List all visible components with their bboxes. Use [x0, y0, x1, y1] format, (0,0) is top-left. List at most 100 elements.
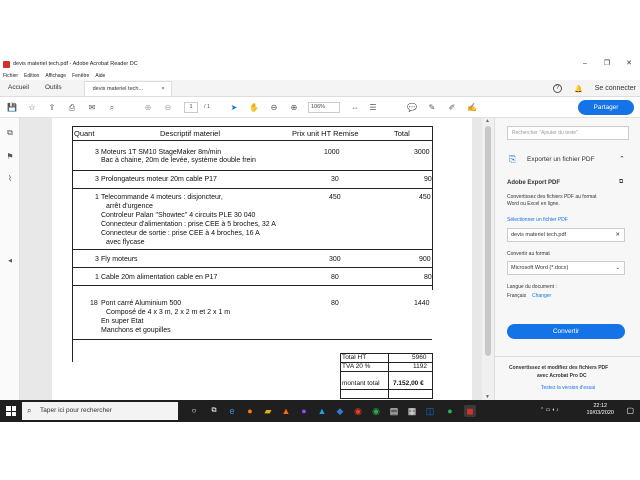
app-icon-2[interactable]: ▲	[316, 405, 328, 417]
acrobat-taskbar-icon[interactable]: ◼	[464, 405, 476, 417]
page-number-input[interactable]: 1	[184, 102, 198, 113]
bell-icon[interactable]: 🔔	[574, 85, 583, 93]
app-icon-7[interactable]: ▦	[406, 405, 418, 417]
select-pdf-link[interactable]: Sélectionner un fichier PDF	[507, 217, 568, 223]
summary-mid-border	[388, 353, 389, 399]
select-cursor-icon[interactable]: ➤	[228, 102, 240, 113]
collapse-chevron-icon[interactable]: ⌃	[619, 155, 625, 163]
firefox-icon[interactable]: ●	[244, 405, 256, 417]
row5-border	[72, 285, 432, 286]
format-select[interactable]: Microsoft Word (*.docx) ⌄	[507, 261, 625, 275]
clock-date: 19/03/2020	[586, 410, 614, 416]
zoom-in-icon[interactable]: ⊕	[288, 102, 300, 113]
change-language-link[interactable]: Changer	[532, 293, 551, 299]
scrollbar-thumb[interactable]	[485, 126, 491, 356]
row4-line1: Fly moteurs	[101, 256, 138, 263]
table-right-border	[432, 126, 433, 290]
search-icon[interactable]: ⌕	[106, 102, 118, 113]
save-icon[interactable]: 💾	[6, 102, 18, 113]
bookmarks-icon[interactable]: ⚑	[5, 152, 15, 162]
screen: devis materiel tech.pdf - Adobe Acrobat …	[0, 0, 640, 480]
highlight-pen-icon[interactable]: ✎	[426, 102, 438, 113]
windows-start-icon[interactable]	[6, 406, 16, 416]
maximize-button[interactable]: ❐	[596, 57, 618, 71]
app-icon-5[interactable]: ◉	[370, 405, 382, 417]
page-up-icon[interactable]: ⊕	[142, 102, 154, 113]
row2-qty: 3	[95, 176, 99, 183]
spotify-icon[interactable]: ●	[444, 405, 456, 417]
tray-icons[interactable]: ⌃ ▭ ◖ ♪	[540, 407, 559, 413]
summary-line2	[340, 371, 433, 372]
notification-icon[interactable]: ▢	[626, 406, 634, 415]
fit-page-icon[interactable]: ⇔	[348, 102, 362, 113]
page-down-icon[interactable]: ⊖	[162, 102, 174, 113]
menu-affichage[interactable]: Affichage	[45, 73, 66, 79]
app-icon-4[interactable]: ◉	[352, 405, 364, 417]
app-icon-8[interactable]: ◫	[424, 405, 436, 417]
taskbar-search-input[interactable]: Taper ici pour rechercher	[22, 402, 178, 420]
menu-edition[interactable]: Edition	[24, 73, 39, 79]
tab-document[interactable]: devis materiel tech... ×	[83, 81, 172, 97]
row4-price: 300	[329, 256, 341, 263]
row3-price: 450	[329, 194, 341, 201]
explorer-folder-icon[interactable]: ▰	[262, 405, 274, 417]
row3-line1: Telecommande 4 moteurs : disjoncteur,	[101, 194, 223, 201]
print-icon[interactable]: ⎙	[66, 102, 78, 113]
draw-icon[interactable]: ✐	[446, 102, 458, 113]
sign-in-link[interactable]: Se connecter	[595, 85, 636, 92]
trial-link[interactable]: Testez la version d'essai	[541, 385, 595, 391]
tab-home[interactable]: Accueil	[0, 79, 37, 96]
menu-fenetre[interactable]: Fenêtre	[72, 73, 89, 79]
document-scrollbar[interactable]: ▲ ▼	[482, 118, 494, 400]
taskbar-clock[interactable]: 22:12 19/03/2020	[586, 403, 614, 417]
pages-thumbnail-icon[interactable]: ⧉	[5, 128, 15, 138]
scroll-up-icon[interactable]: ▲	[485, 118, 490, 124]
email-icon[interactable]: ✉	[86, 102, 98, 113]
convert-button[interactable]: Convertir	[507, 324, 625, 339]
help-icon[interactable]: ?	[553, 84, 563, 93]
vlc-icon[interactable]: ▲	[280, 405, 292, 417]
header-bottom-border	[72, 140, 432, 141]
share-button[interactable]: Partager	[578, 100, 634, 115]
table-top-border	[72, 126, 432, 127]
app-icon-6[interactable]: ▤	[388, 405, 400, 417]
minimize-button[interactable]: –	[574, 57, 596, 71]
scroll-mode-icon[interactable]: ☰	[366, 102, 380, 113]
row1-line2: Bac à chaine, 20m de levée, système doub…	[101, 157, 256, 164]
toolbar: 💾 ☆ ⇪ ⎙ ✉ ⌕ ⊕ ⊖ 1 / 1 ➤ ✋ ⊖ ⊕ 106% ⇔ ☰ 💬…	[0, 97, 640, 118]
row6-total: 1440	[414, 300, 430, 307]
header-qty: Quant	[74, 129, 95, 138]
zoom-out-icon[interactable]: ⊖	[268, 102, 280, 113]
menu-fichier[interactable]: Fichier	[3, 73, 18, 79]
fill-sign-icon[interactable]: ✍	[466, 102, 478, 113]
export-pdf-title[interactable]: Exporter un fichier PDF	[527, 156, 595, 163]
bookmark-star-icon[interactable]: ☆	[26, 102, 38, 113]
edge-icon[interactable]: e	[226, 405, 238, 417]
row1-border	[72, 170, 432, 171]
export-desc-line2: Word ou Excel en ligne.	[507, 201, 560, 207]
export-options-icon[interactable]: ⧉	[619, 179, 623, 186]
hand-tool-icon[interactable]: ✋	[248, 102, 260, 113]
selected-file-field: devis materiel tech.pdf ✕	[507, 228, 625, 242]
tab-close-icon[interactable]: ×	[161, 82, 164, 97]
upload-icon[interactable]: ⇪	[46, 102, 58, 113]
zoom-select[interactable]: 106%	[308, 102, 340, 113]
comment-icon[interactable]: 💬	[406, 102, 418, 113]
app-icon-3[interactable]: ◆	[334, 405, 346, 417]
row2-line1: Prolongateurs moteur 20m cable P17	[101, 176, 217, 183]
close-button[interactable]: ✕	[618, 57, 640, 71]
tool-search-input[interactable]: Rechercher "Ajouter du texte"	[507, 126, 629, 140]
menu-aide[interactable]: Aide	[95, 73, 105, 79]
remove-file-icon[interactable]: ✕	[615, 229, 620, 241]
task-view-icon[interactable]: ⧉	[208, 405, 220, 417]
app-icon-1[interactable]: ●	[298, 405, 310, 417]
total-ht-label: Total HT	[342, 354, 367, 361]
tab-tools[interactable]: Outils	[37, 79, 70, 96]
attachments-icon[interactable]: ⌇	[5, 174, 15, 184]
language-value: Français	[507, 293, 527, 299]
row6-line1: Pont carré Aluminium 500	[101, 300, 182, 307]
collapse-rail-icon[interactable]: ◀	[5, 256, 15, 266]
windows-taskbar: Taper ici pour rechercher ⌕ ○ ⧉ e ● ▰ ▲ …	[0, 400, 640, 422]
cortana-icon[interactable]: ○	[188, 405, 200, 417]
row3-line4: Connecteur d'alimentation : prise CEE à …	[101, 221, 276, 228]
